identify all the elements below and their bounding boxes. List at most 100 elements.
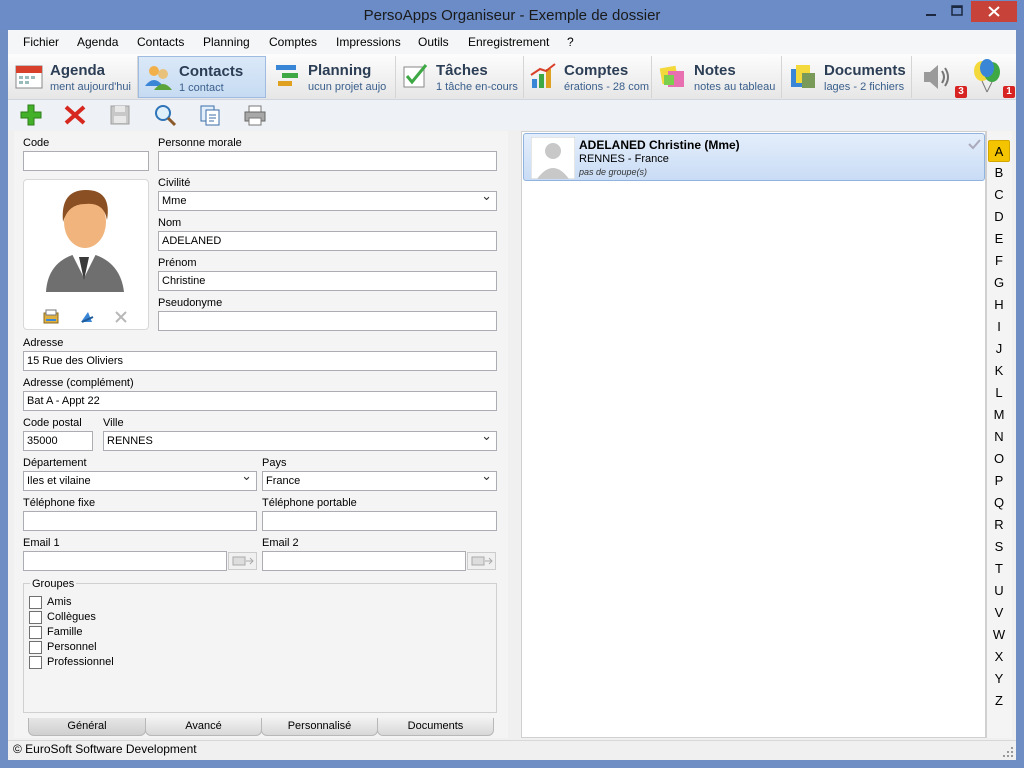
module-agenda[interactable]: Agenda ment aujourd'hui [10, 56, 138, 98]
resize-grip-icon [1003, 747, 1013, 757]
personne-morale-input[interactable] [158, 151, 497, 171]
print-button[interactable] [242, 103, 268, 127]
maximize-button[interactable] [944, 1, 970, 22]
prenom-input[interactable]: Christine [158, 271, 497, 291]
close-button[interactable] [971, 1, 1017, 22]
sound-button[interactable] [920, 60, 954, 94]
adresse-input[interactable]: 15 Rue des Oliviers [23, 351, 497, 371]
alpha-letter-d[interactable]: D [988, 206, 1010, 228]
pseudonyme-input[interactable] [158, 311, 497, 331]
tab-personnalise[interactable]: Personnalisé [261, 718, 378, 736]
departement-select[interactable]: Iles et vilaine [23, 471, 257, 491]
menu-outils[interactable]: Outils [418, 30, 449, 54]
alpha-letter-n[interactable]: N [988, 426, 1010, 448]
module-sub: lages - 2 fichiers [824, 81, 905, 93]
add-contact-button[interactable] [18, 103, 44, 127]
group-checkbox-personnel[interactable] [29, 641, 42, 654]
nom-input[interactable]: ADELANED [158, 231, 497, 251]
module-contacts[interactable]: Contacts 1 contact [138, 56, 266, 98]
module-documents[interactable]: Documents lages - 2 fichiers [784, 56, 912, 98]
adresse2-label: Adresse (complément) [23, 377, 134, 389]
alpha-letter-e[interactable]: E [988, 228, 1010, 250]
alpha-letter-r[interactable]: R [988, 514, 1010, 536]
alpha-letter-k[interactable]: K [988, 360, 1010, 382]
alpha-letter-h[interactable]: H [988, 294, 1010, 316]
alpha-letter-v[interactable]: V [988, 602, 1010, 624]
alpha-letter-f[interactable]: F [988, 250, 1010, 272]
contact-city: RENNES - France [579, 153, 669, 165]
alpha-letter-o[interactable]: O [988, 448, 1010, 470]
group-checkbox-amis[interactable] [29, 596, 42, 609]
alpha-letter-u[interactable]: U [988, 580, 1010, 602]
import-photo-button[interactable] [78, 309, 96, 325]
balloons-button[interactable] [970, 58, 1004, 94]
module-comptes[interactable]: Comptes érations - 28 com [524, 56, 652, 98]
resize-grip[interactable] [1002, 746, 1014, 758]
alpha-letter-p[interactable]: P [988, 470, 1010, 492]
menu-planning[interactable]: Planning [203, 30, 250, 54]
module-notes[interactable]: Notes notes au tableau [654, 56, 782, 98]
tel-portable-input[interactable] [262, 511, 497, 531]
menu-agenda[interactable]: Agenda [77, 30, 118, 54]
panel-splitter[interactable] [510, 131, 518, 738]
adresse2-input[interactable]: Bat A - Appt 22 [23, 391, 497, 411]
code-input[interactable] [23, 151, 149, 171]
email1-input[interactable] [23, 551, 227, 571]
personne-morale-label: Personne morale [158, 137, 242, 149]
ville-select[interactable]: RENNES [103, 431, 497, 451]
alpha-letter-g[interactable]: G [988, 272, 1010, 294]
alpha-letter-s[interactable]: S [988, 536, 1010, 558]
group-label-collegues: Collègues [47, 611, 96, 623]
email1-send-button[interactable] [228, 552, 257, 570]
tasks-icon [403, 64, 428, 88]
group-checkbox-famille[interactable] [29, 626, 42, 639]
alpha-letter-i[interactable]: I [988, 316, 1010, 338]
civilite-select[interactable]: Mme [158, 191, 497, 211]
contact-card[interactable]: ADELANED Christine (Mme) RENNES - France… [523, 133, 985, 181]
nom-label: Nom [158, 217, 182, 229]
tab-avance[interactable]: Avancé [145, 718, 262, 736]
alpha-letter-a[interactable]: A [988, 140, 1010, 162]
alpha-letter-q[interactable]: Q [988, 492, 1010, 514]
alpha-letter-j[interactable]: J [988, 338, 1010, 360]
menu-contacts[interactable]: Contacts [137, 30, 184, 54]
minimize-button[interactable] [918, 1, 944, 22]
alpha-letter-b[interactable]: B [988, 162, 1010, 184]
tel-fixe-input[interactable] [23, 511, 257, 531]
code-postal-input[interactable]: 35000 [23, 431, 93, 451]
alpha-letter-x[interactable]: X [988, 646, 1010, 668]
email2-input[interactable] [262, 551, 466, 571]
adresse-label: Adresse [23, 337, 64, 349]
remove-photo-button[interactable] [112, 309, 130, 325]
module-taches[interactable]: Tâches 1 tâche en-cours [396, 56, 524, 98]
module-planning[interactable]: Planning ucun projet aujo [268, 56, 396, 98]
module-sub: érations - 28 com [564, 81, 649, 93]
menu-help[interactable]: ? [567, 30, 574, 54]
tab-documents[interactable]: Documents [377, 718, 494, 736]
alpha-letter-t[interactable]: T [988, 558, 1010, 580]
duplicate-button[interactable] [197, 103, 223, 127]
email2-send-button[interactable] [467, 552, 496, 570]
alpha-letter-y[interactable]: Y [988, 668, 1010, 690]
alpha-letter-c[interactable]: C [988, 184, 1010, 206]
menu-comptes[interactable]: Comptes [269, 30, 317, 54]
speaker-icon [924, 65, 949, 89]
maximize-icon [951, 5, 963, 16]
alpha-letter-l[interactable]: L [988, 382, 1010, 404]
tab-general[interactable]: Général [28, 718, 146, 736]
menu-fichier[interactable]: Fichier [23, 30, 59, 54]
group-checkbox-collegues[interactable] [29, 611, 42, 624]
magnifier-icon [155, 105, 177, 127]
scanner-icon [43, 309, 59, 324]
pays-select[interactable]: France [262, 471, 497, 491]
menu-enregistrement[interactable]: Enregistrement [468, 30, 549, 54]
delete-contact-button[interactable] [62, 103, 88, 127]
group-checkbox-professionnel[interactable] [29, 656, 42, 669]
search-button[interactable] [152, 103, 178, 127]
alpha-letter-w[interactable]: W [988, 624, 1010, 646]
save-button[interactable] [107, 103, 133, 127]
alpha-letter-m[interactable]: M [988, 404, 1010, 426]
menu-impressions[interactable]: Impressions [336, 30, 401, 54]
scan-photo-button[interactable] [42, 309, 60, 325]
alpha-letter-z[interactable]: Z [988, 690, 1010, 712]
